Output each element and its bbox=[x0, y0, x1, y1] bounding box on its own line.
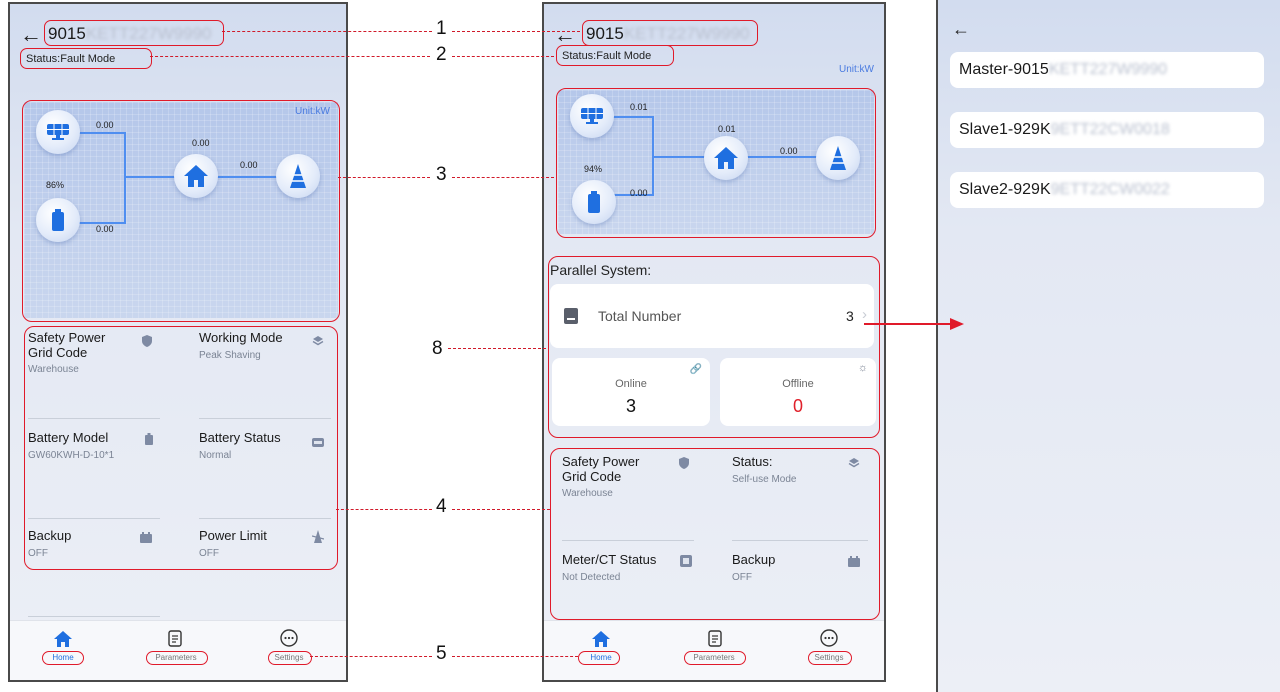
callout-1: 1 bbox=[436, 18, 447, 39]
back-arrow-icon[interactable]: ← bbox=[952, 18, 970, 40]
nav-settings-highlight bbox=[268, 651, 312, 665]
master-label: Master-9015 bbox=[959, 61, 1049, 78]
title-highlight bbox=[44, 20, 224, 46]
slave2-serial: 9ETT22CW0022 bbox=[1050, 181, 1170, 198]
info-highlight bbox=[24, 326, 338, 570]
status-highlight bbox=[20, 48, 152, 69]
callout-2: 2 bbox=[436, 44, 447, 65]
info-highlight bbox=[550, 448, 880, 620]
callout-4: 4 bbox=[436, 496, 447, 517]
navigate-arrow bbox=[864, 323, 954, 325]
callout-3: 3 bbox=[436, 164, 447, 185]
nav-home-highlight bbox=[42, 651, 84, 665]
callout-8: 8 bbox=[432, 338, 443, 359]
master-device-item[interactable]: Master-9015 KETT227W9990 bbox=[950, 52, 1264, 88]
bottom-nav: Home Parameters Settings bbox=[544, 620, 884, 680]
settings-nav-icon[interactable] bbox=[280, 629, 298, 652]
right-phone-screen: ← Master-9015 KETT227W9990 Slave1-929K 9ET… bbox=[936, 0, 1280, 692]
bottom-nav: Home Parameters Settings bbox=[10, 620, 346, 680]
flow-highlight bbox=[22, 100, 340, 322]
home-nav-icon[interactable] bbox=[54, 631, 72, 652]
back-arrow-icon[interactable]: ← bbox=[20, 24, 42, 46]
parameters-nav-icon[interactable] bbox=[708, 630, 722, 652]
slave2-device-item[interactable]: Slave2-929K 9ETT22CW0022 bbox=[950, 172, 1264, 208]
left-phone-screen: ← 9015KETT227W9990 Status:Fault Mode Uni… bbox=[8, 2, 348, 682]
master-serial: KETT227W9990 bbox=[1048, 61, 1168, 78]
slave1-device-item[interactable]: Slave1-929K 9ETT22CW0018 bbox=[950, 112, 1264, 148]
nav-parameters-highlight bbox=[684, 651, 746, 665]
title-highlight bbox=[582, 20, 758, 46]
callout-5: 5 bbox=[436, 643, 447, 664]
parameters-nav-icon[interactable] bbox=[168, 630, 182, 652]
flow-highlight bbox=[556, 88, 876, 238]
unit-label: Unit:kW bbox=[839, 64, 874, 75]
parallel-highlight bbox=[548, 256, 880, 438]
settings-nav-icon[interactable] bbox=[820, 629, 838, 652]
nav-home-highlight bbox=[578, 651, 620, 665]
home-nav-icon[interactable] bbox=[592, 631, 610, 652]
status-highlight bbox=[556, 45, 674, 66]
slave2-label: Slave2-929K bbox=[959, 181, 1051, 198]
back-arrow-icon[interactable]: ← bbox=[554, 24, 576, 46]
slave1-serial: 9ETT22CW0018 bbox=[1050, 121, 1170, 138]
slave1-label: Slave1-929K bbox=[959, 121, 1051, 138]
middle-phone-screen: ← 9015KETT227W9990 Status:Fault Mode Uni… bbox=[542, 2, 886, 682]
nav-settings-highlight bbox=[808, 651, 852, 665]
nav-parameters-highlight bbox=[146, 651, 208, 665]
arrowhead-icon bbox=[950, 318, 964, 330]
